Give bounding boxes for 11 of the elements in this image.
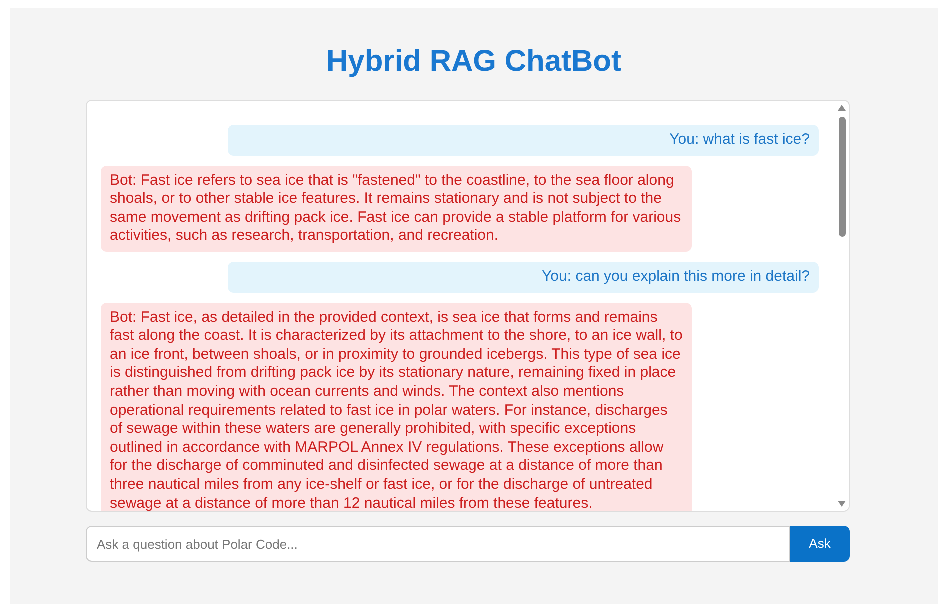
- scrollbar-thumb[interactable]: [838, 117, 846, 237]
- bot-message: Bot: Fast ice, as detailed in the provided context, is sea ice that forms and remains fast along the coast. It is characterized by its attachment to the shore, to an ice wall, to an ice front, between shoals, or in proximity to grounded icebergs. This type of sea ice is distinguished from drifting pack ice by its stationary nature, remaining fixed in place rather than moving with ocean currents and winds. The context also mentions operational requirements related to fast ice in polar waters. For instance, discharges of sewage within these waters are generally prohibited, with specific exceptions outlined in accordance with MARPOL Annex IV regulations. These exceptions allow for the discharge of comminuted and disinfected sewage at a distance of more than three nautical miles from any ice-shelf or fast ice, or for the discharge of untreated sewage at a distance of more than 12 nautical miles from these features.: [101, 302, 692, 511]
- question-input[interactable]: Ask a question about Polar Code...: [86, 526, 790, 562]
- scrollbar[interactable]: [835, 101, 849, 511]
- bot-message: Bot: Fast ice refers to sea ice that is "fastened" to the coastline, to the sea floor along shoals, or to other stable ice features. It remains stationary and is not subject to the same movement as drifting pack ice. Fast ice can provide a stable platform for various activities, such as research, transportation, and recreation.: [101, 166, 692, 252]
- user-message: You: can you explain this more in detail?: [228, 262, 819, 293]
- scroll-down-icon[interactable]: [838, 501, 846, 507]
- user-message: You: what is fast ice?: [228, 125, 819, 156]
- ask-button[interactable]: Ask: [790, 526, 850, 562]
- app-title: Hybrid RAG ChatBot: [326, 44, 622, 80]
- scroll-up-icon[interactable]: [838, 105, 846, 111]
